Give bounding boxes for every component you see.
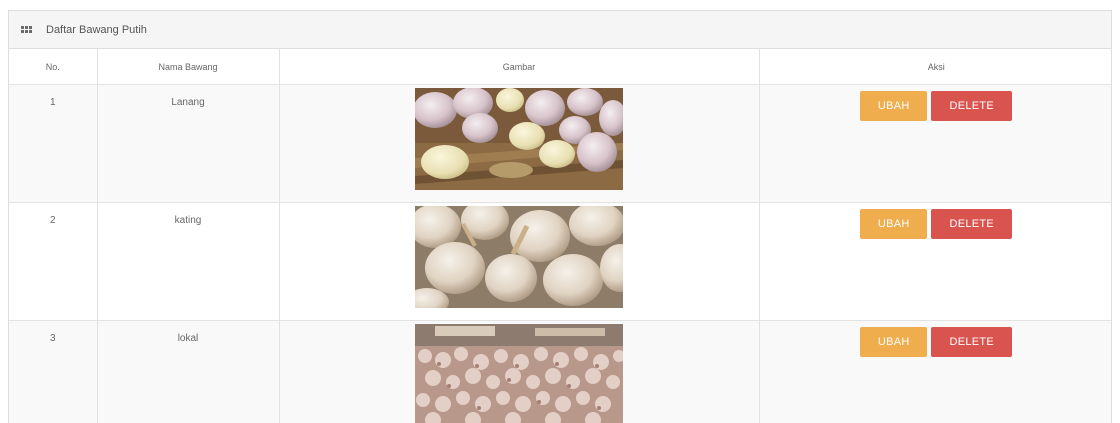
row-number: 3 [49,333,56,344]
garlic-table: No. Nama Bawang Gambar Aksi 1 Lanang UBA… [9,49,1111,423]
garlic-market-photo [415,324,623,423]
table-row: 2 kating UBAH DELETE [9,202,1111,321]
garlic-bulbs-photo [415,206,623,308]
header-actions: Aksi [758,49,1111,85]
header-image: Gambar [278,49,760,85]
cell-name: lokal [96,320,280,423]
cell-actions: UBAH DELETE [758,202,1111,321]
cell-name: kating [96,202,280,321]
cell-image [278,84,760,203]
cell-no: 2 [9,202,98,321]
delete-button[interactable]: DELETE [931,209,1013,239]
table-header-row: No. Nama Bawang Gambar Aksi [9,49,1111,85]
garlic-list-panel: Daftar Bawang Putih No. Nama Bawang Gamb… [8,10,1112,423]
edit-button[interactable]: UBAH [860,209,928,239]
cell-image [278,202,760,321]
cell-name: Lanang [96,84,280,203]
table-row: 1 Lanang UBAH DELETE [9,84,1111,203]
panel-title: Daftar Bawang Putih [46,23,147,36]
garlic-name: kating [174,215,202,226]
garlic-cloves-photo [415,88,623,190]
cell-no: 3 [9,320,98,423]
delete-button[interactable]: DELETE [931,327,1013,357]
grid-icon [21,26,32,33]
cell-image [278,320,760,423]
panel-heading: Daftar Bawang Putih [9,11,1111,49]
row-number: 2 [49,215,56,226]
header-no: No. [9,49,98,85]
edit-button[interactable]: UBAH [860,91,928,121]
row-number: 1 [49,97,56,108]
edit-button[interactable]: UBAH [860,327,928,357]
table-row: 3 lokal UBAH DELETE [9,320,1111,423]
cell-actions: UBAH DELETE [758,320,1111,423]
garlic-name: Lanang [171,97,205,108]
header-name: Nama Bawang [96,49,280,85]
cell-actions: UBAH DELETE [758,84,1111,203]
delete-button[interactable]: DELETE [931,91,1013,121]
cell-no: 1 [9,84,98,203]
garlic-name: lokal [177,333,199,344]
